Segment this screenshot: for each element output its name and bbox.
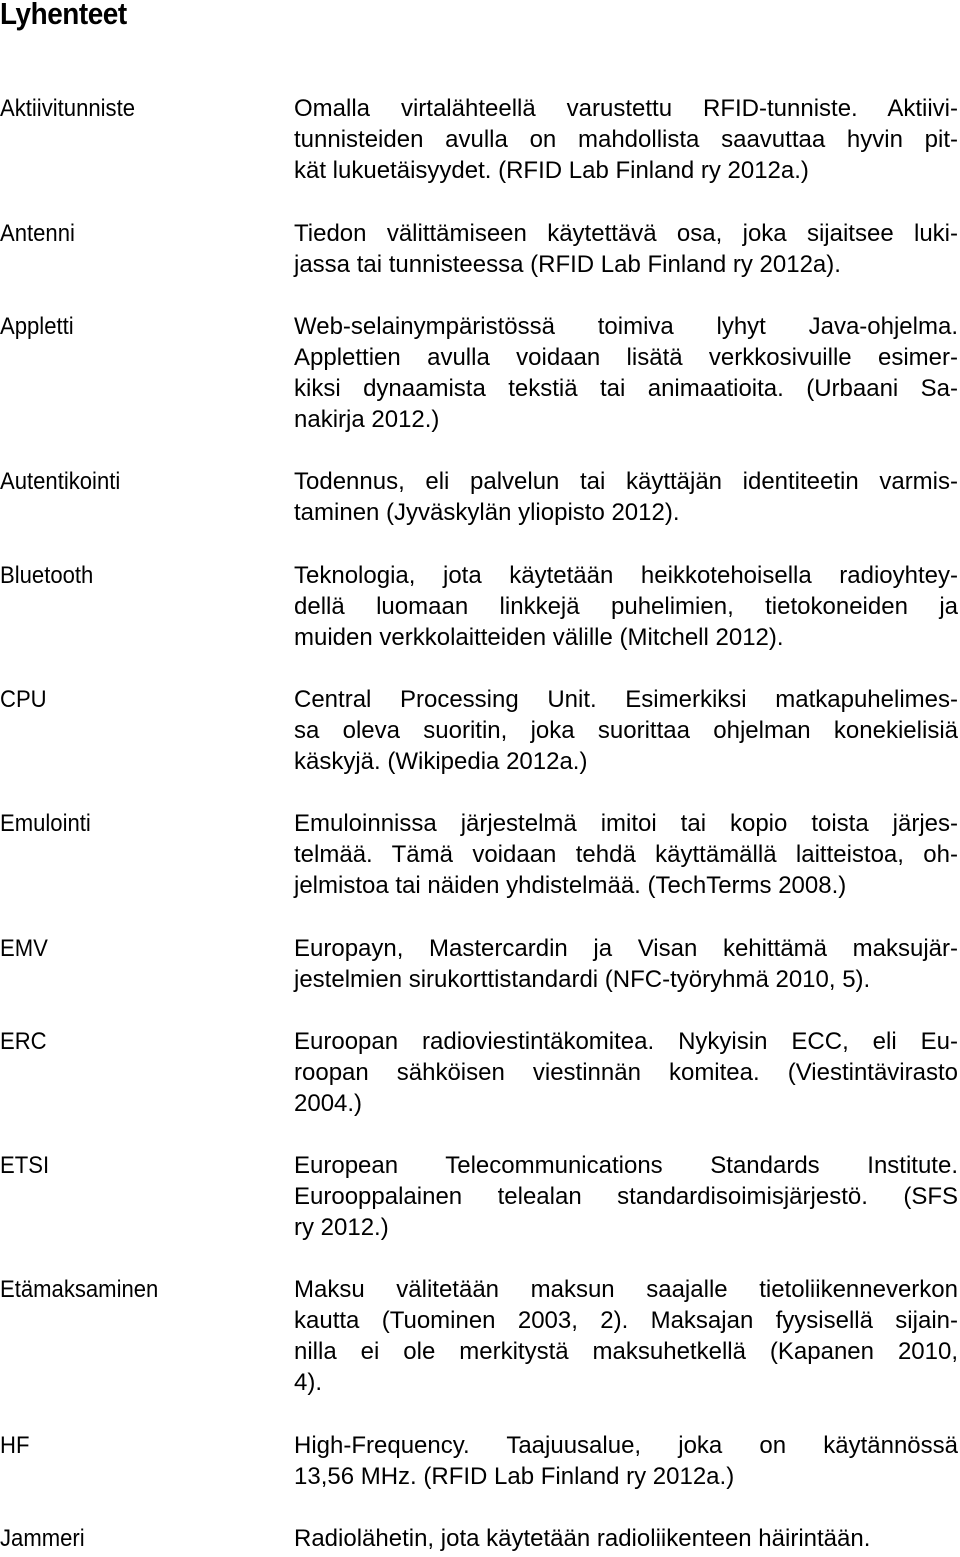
glossary-definition: Web-selainympäristössä toimiva lyhyt Jav… <box>294 311 958 435</box>
definition-line: Omalla virtalähteellä varustettu RFID-tu… <box>294 95 958 122</box>
glossary-term: EMV <box>0 935 48 962</box>
definition-line: kautta (Tuominen 2003, 2). Maksajan fyys… <box>294 1307 958 1334</box>
glossary-term: Etämaksaminen <box>0 1276 159 1303</box>
glossary-definition: High-Frequency. Taajuusalue, joka on käy… <box>294 1430 958 1492</box>
glossary-term: Bluetooth <box>0 562 94 589</box>
glossary-term: Antenni <box>0 220 75 247</box>
glossary-definition: Emuloinnissa järjestelmä imitoi tai kopi… <box>294 808 958 901</box>
definition-line: Teknologia, jota käytetään heikkotehoise… <box>294 562 958 589</box>
glossary-definition: Maksu välitetään maksun saajalle tietoli… <box>294 1274 958 1398</box>
definition-line: taminen (Jyväskylän yliopisto 2012). <box>294 499 680 526</box>
definition-line: jestelmien sirukorttistandardi (NFC-työr… <box>294 966 871 993</box>
definition-line: nakirja 2012.) <box>294 406 440 433</box>
definition-line: Tiedon välittämiseen käytettävä osa, jok… <box>294 220 958 247</box>
glossary-term: ETSI <box>0 1152 50 1179</box>
definition-line: 4). <box>294 1369 323 1396</box>
definition-line: jelmistoa tai näiden yhdistelmää. (TechT… <box>294 872 847 899</box>
definition-line: käskyjä. (Wikipedia 2012a.) <box>294 748 588 775</box>
glossary-term: Aktiivitunniste <box>0 95 135 122</box>
definition-line: Applettien avulla voidaan lisätä verkkos… <box>294 344 958 371</box>
definition-line: Emuloinnissa järjestelmä imitoi tai kopi… <box>294 810 958 837</box>
definition-line: kiksi dynaamista tekstiä tai animaatioit… <box>294 375 958 402</box>
definition-line: jassa tai tunnisteessa (RFID Lab Finland… <box>294 251 841 278</box>
definition-line: 13,56 MHz. (RFID Lab Finland ry 2012a.) <box>294 1463 735 1490</box>
glossary-term: Appletti <box>0 313 74 340</box>
definition-line: muiden verkkolaitteiden välille (Mitchel… <box>294 624 784 651</box>
glossary-definition: Tiedon välittämiseen käytettävä osa, jok… <box>294 218 958 280</box>
definition-line: Eurooppalainen telealan standardisoimisj… <box>294 1183 958 1210</box>
glossary-term: ERC <box>0 1028 47 1055</box>
definition-line: kät lukuetäisyydet. (RFID Lab Finland ry… <box>294 157 809 184</box>
definition-line: tunnisteiden avulla on mahdollista saavu… <box>294 126 958 153</box>
definition-line: roopan sähköisen viestinnän komitea. (Vi… <box>294 1059 958 1086</box>
definition-line: nilla ei ole merkitystä maksuhetkellä (K… <box>294 1338 958 1365</box>
glossary-term: CPU <box>0 686 47 713</box>
definition-line: High-Frequency. Taajuusalue, joka on käy… <box>294 1432 958 1459</box>
definition-line: Central Processing Unit. Esimerkiksi mat… <box>294 686 958 713</box>
definition-line: European Telecommunications Standards In… <box>294 1152 958 1179</box>
definition-line: Web-selainympäristössä toimiva lyhyt Jav… <box>294 313 958 340</box>
definition-line: Todennus, eli palvelun tai käyttäjän ide… <box>294 468 958 495</box>
glossary-term: Emulointi <box>0 810 91 837</box>
glossary-definition: Central Processing Unit. Esimerkiksi mat… <box>294 684 958 777</box>
glossary-definition: European Telecommunications Standards In… <box>294 1150 958 1243</box>
glossary-definition: Europayn, Mastercardin ja Visan kehittäm… <box>294 933 958 995</box>
definition-line: Maksu välitetään maksun saajalle tietoli… <box>294 1276 958 1303</box>
glossary-definition: Euroopan radioviestintäkomitea. Nykyisin… <box>294 1026 958 1119</box>
glossary-definition: Teknologia, jota käytetään heikkotehoise… <box>294 560 958 653</box>
definition-line: Radiolähetin, jota käytetään radioliiken… <box>294 1525 871 1552</box>
glossary-term: Autentikointi <box>0 468 121 495</box>
definition-line: Euroopan radioviestintäkomitea. Nykyisin… <box>294 1028 958 1055</box>
glossary-definition: Radiolähetin, jota käytetään radioliiken… <box>294 1523 958 1554</box>
definition-line: Europayn, Mastercardin ja Visan kehittäm… <box>294 935 958 962</box>
page-title: Lyhenteet <box>0 0 127 31</box>
definition-line: sa oleva suoritin, joka suorittaa ohjelm… <box>294 717 958 744</box>
glossary-definition: Omalla virtalähteellä varustettu RFID-tu… <box>294 93 958 186</box>
glossary-term: Jammeri <box>0 1525 85 1552</box>
definition-line: 2004.) <box>294 1090 363 1117</box>
definition-line: telmää. Tämä voidaan tehdä käyttämällä l… <box>294 841 958 868</box>
definition-line: ry 2012.) <box>294 1214 389 1241</box>
glossary-term: HF <box>0 1432 30 1459</box>
definition-line: dellä luomaan linkkejä puhelimien, tieto… <box>294 593 958 620</box>
glossary-definition: Todennus, eli palvelun tai käyttäjän ide… <box>294 466 958 528</box>
